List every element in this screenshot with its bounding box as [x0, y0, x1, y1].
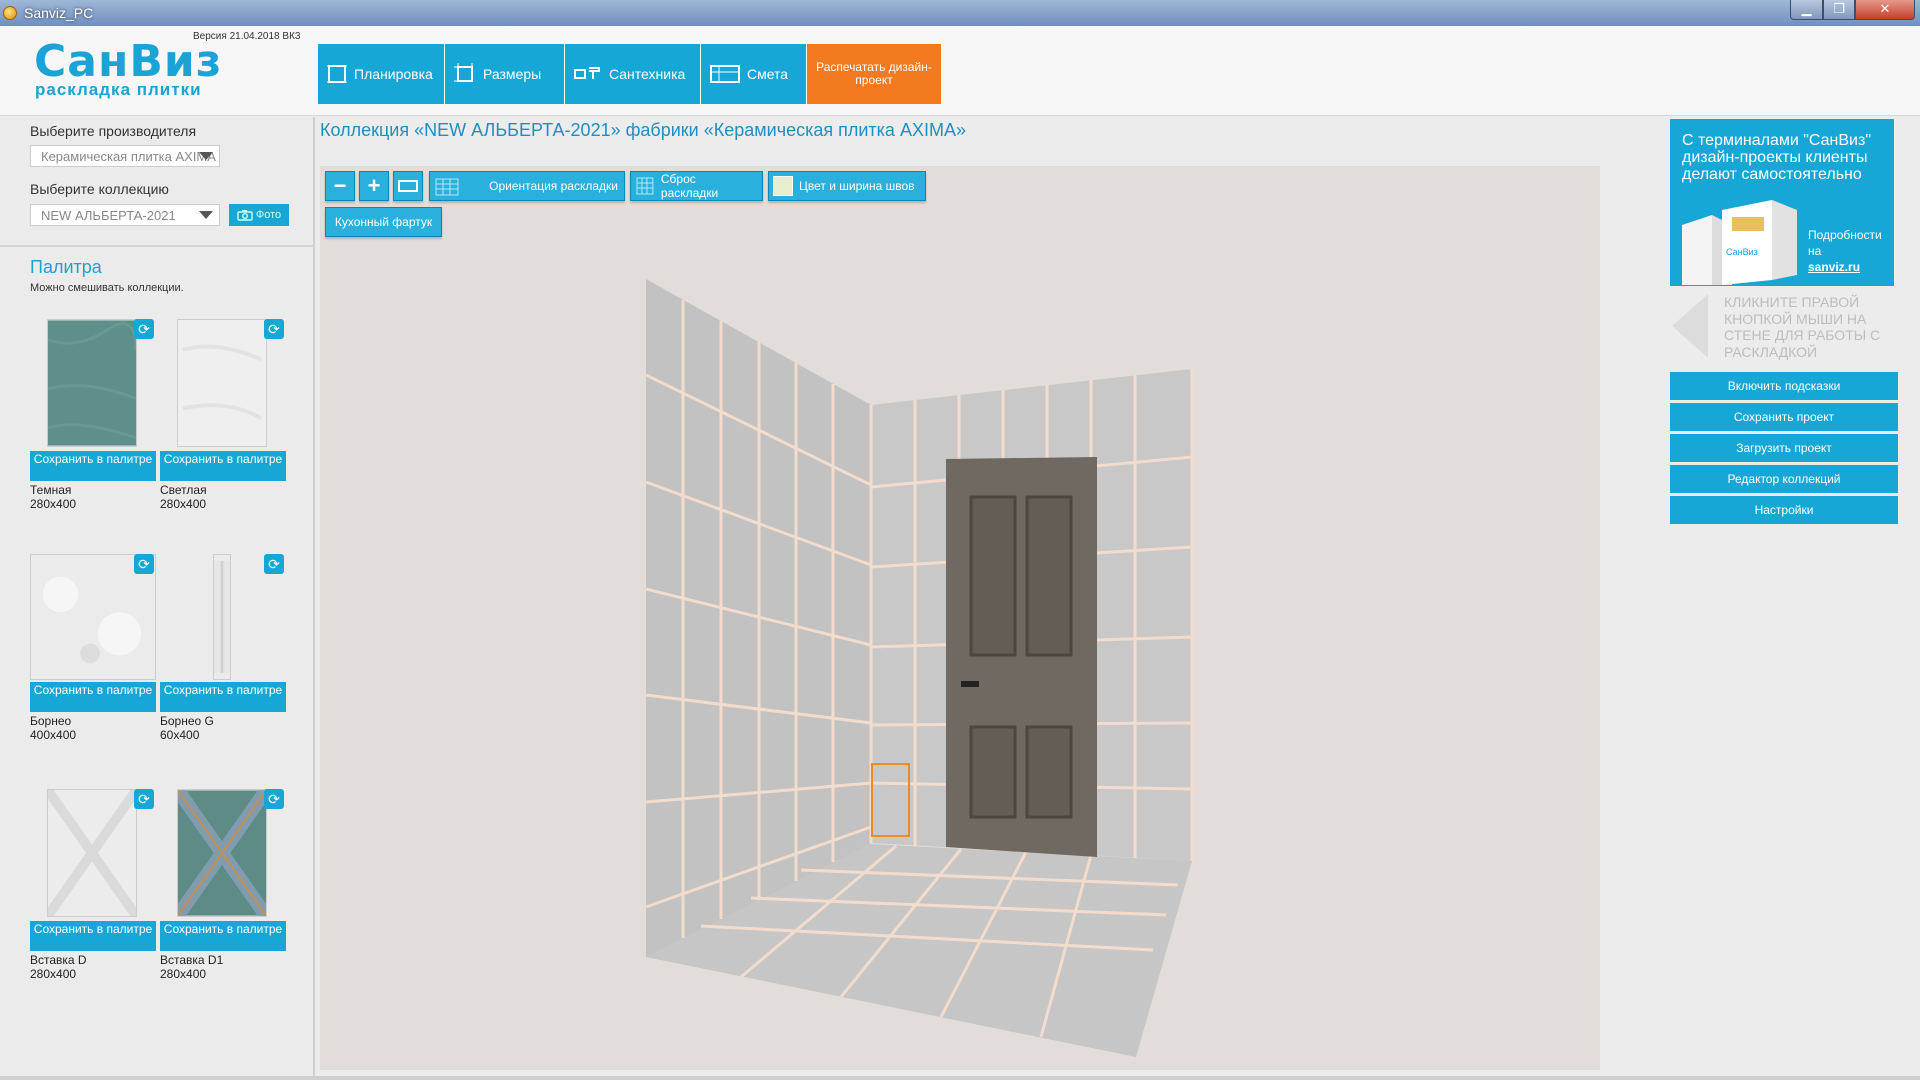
svg-text:СанВиз: СанВиз	[1726, 247, 1758, 257]
wall-hint-text: КЛИКНИТЕ ПРАВОЙ КНОПКОЙ МЫШИ НА СТЕНЕ ДЛ…	[1724, 294, 1881, 360]
tile-image[interactable]	[177, 789, 267, 917]
refresh-icon[interactable]: ⟳	[264, 554, 284, 574]
collection-editor-button[interactable]: Редактор коллекций	[1670, 465, 1898, 493]
tile-name: Вставка D1	[160, 953, 224, 967]
tile-name: Борнео	[30, 714, 72, 728]
refresh-icon[interactable]: ⟳	[134, 789, 154, 809]
photo-label: Фото	[255, 209, 282, 221]
left-sidebar: Выберите производителя Керамическая плит…	[0, 117, 315, 1080]
save-to-palette-button[interactable]: Сохранить в палитре	[160, 451, 286, 481]
sidebar-divider	[0, 245, 315, 247]
room-render	[645, 279, 1194, 1057]
collection-value: NEW АЛЬБЕРТА-2021	[41, 208, 176, 223]
chevron-down-icon	[199, 152, 213, 160]
enable-hints-button[interactable]: Включить подсказки	[1670, 372, 1898, 400]
save-to-palette-button[interactable]: Сохранить в палитре	[30, 682, 156, 712]
nav-dimensions-label: Размеры	[483, 66, 542, 82]
tile-size: 400x400	[30, 728, 77, 742]
load-project-button[interactable]: Загрузить проект	[1670, 434, 1898, 462]
window-title: Sanviz_PC	[24, 5, 94, 21]
palette-tile: ⟳ Сохранить в палитре Вставка D1 280x400	[160, 789, 286, 989]
palette-subtitle: Можно смешивать коллекции.	[30, 282, 184, 294]
tile-size: 60x400	[160, 728, 200, 742]
main-nav: Планировка Размеры Сантехника Смета Расп…	[318, 44, 942, 104]
settings-button[interactable]: Настройки	[1670, 496, 1898, 524]
tile-image[interactable]	[47, 789, 137, 917]
refresh-icon[interactable]: ⟳	[264, 319, 284, 339]
palette-title: Палитра	[30, 257, 102, 277]
maximize-button[interactable]: ❐	[1823, 0, 1855, 20]
photo-button[interactable]: Фото	[229, 204, 289, 226]
nav-estimate-button[interactable]: Смета	[701, 44, 807, 104]
plumbing-icon	[574, 67, 600, 79]
estimate-icon	[710, 65, 740, 83]
promo-more: Подробности на sanviz.ru	[1808, 227, 1894, 275]
palette-tile: ⟳ Сохранить в палитре Борнео G 60x400	[160, 554, 286, 754]
promo-link[interactable]: sanviz.ru	[1808, 260, 1860, 274]
tile-name: Светлая	[160, 483, 207, 497]
refresh-icon[interactable]: ⟳	[264, 789, 284, 809]
collection-title: Коллекция «NEW АЛЬБЕРТА-2021» фабрики «К…	[320, 120, 966, 140]
manufacturer-select[interactable]: Керамическая плитка AXIMA	[30, 145, 220, 167]
nav-layout-button[interactable]: Планировка	[318, 44, 445, 104]
nav-plumbing-button[interactable]: Сантехника	[565, 44, 701, 104]
bottom-strip	[0, 1076, 1920, 1080]
layout-icon	[327, 65, 347, 83]
camera-icon	[237, 210, 253, 221]
tile-size: 280x400	[160, 497, 207, 511]
window-titlebar: Sanviz_PC ▁ ❐ ✕	[0, 0, 1920, 26]
collection-select[interactable]: NEW АЛЬБЕРТА-2021	[30, 204, 220, 226]
door	[946, 457, 1097, 857]
tile-size: 280x400	[30, 497, 77, 511]
app-icon	[3, 6, 17, 20]
refresh-icon[interactable]: ⟳	[134, 319, 154, 339]
nav-plumbing-label: Сантехника	[609, 66, 686, 82]
tile-image[interactable]	[177, 319, 267, 447]
room-3d-viewport[interactable]: − + Ориентация раскладки Сброс раскладки…	[320, 166, 1600, 1070]
refresh-icon[interactable]: ⟳	[134, 554, 154, 574]
tile-name: Борнео G	[160, 714, 214, 728]
palette-tile: ⟳ Сохранить в палитре Темная 280x400	[30, 319, 156, 519]
promo-title: С терминалами "СанВиз" дизайн-проекты кл…	[1682, 132, 1872, 183]
save-to-palette-button[interactable]: Сохранить в палитре	[160, 921, 286, 951]
collection-label: Выберите коллекцию	[30, 181, 169, 197]
tile-image[interactable]	[213, 554, 231, 680]
tile-name: Темная	[30, 483, 72, 497]
palette-tile: ⟳ Сохранить в палитре Светлая 280x400	[160, 319, 286, 519]
print-design-button[interactable]: Распечатать дизайн-проект	[807, 44, 942, 104]
minimize-button[interactable]: ▁	[1790, 0, 1823, 20]
palette-tile: ⟳ Сохранить в палитре Борнео 400x400	[30, 554, 156, 754]
app-header: СанВиз раскладка плитки Версия 21.04.201…	[0, 26, 1920, 116]
nav-estimate-label: Смета	[747, 66, 789, 82]
promo-more-text: Подробности на	[1808, 228, 1882, 258]
nav-layout-label: Планировка	[354, 66, 433, 82]
terminal-illustration: СанВиз	[1682, 200, 1797, 285]
tile-name: Вставка D	[30, 953, 87, 967]
tile-size: 280x400	[30, 967, 77, 981]
save-project-button[interactable]: Сохранить проект	[1670, 403, 1898, 431]
save-to-palette-button[interactable]: Сохранить в палитре	[30, 451, 156, 481]
version-label: Версия 21.04.2018 ВК3	[193, 31, 301, 42]
save-to-palette-button[interactable]: Сохранить в палитре	[30, 921, 156, 951]
nav-dimensions-button[interactable]: Размеры	[445, 44, 565, 104]
manufacturer-label: Выберите производителя	[30, 123, 197, 139]
close-button[interactable]: ✕	[1855, 0, 1915, 20]
logo-subtitle: раскладка плитки	[35, 80, 202, 99]
tile-size: 280x400	[160, 967, 207, 981]
palette-tile: ⟳ Сохранить в палитре Вставка D 280x400	[30, 789, 156, 989]
chevron-down-icon	[199, 211, 213, 219]
tile-image[interactable]	[47, 319, 137, 447]
manufacturer-value: Керамическая плитка AXIMA	[41, 149, 216, 164]
arrow-left-icon	[1672, 294, 1708, 358]
promo-banner[interactable]: С терминалами "СанВиз" дизайн-проекты кл…	[1670, 119, 1894, 286]
dimensions-icon	[454, 63, 473, 82]
save-to-palette-button[interactable]: Сохранить в палитре	[160, 682, 286, 712]
